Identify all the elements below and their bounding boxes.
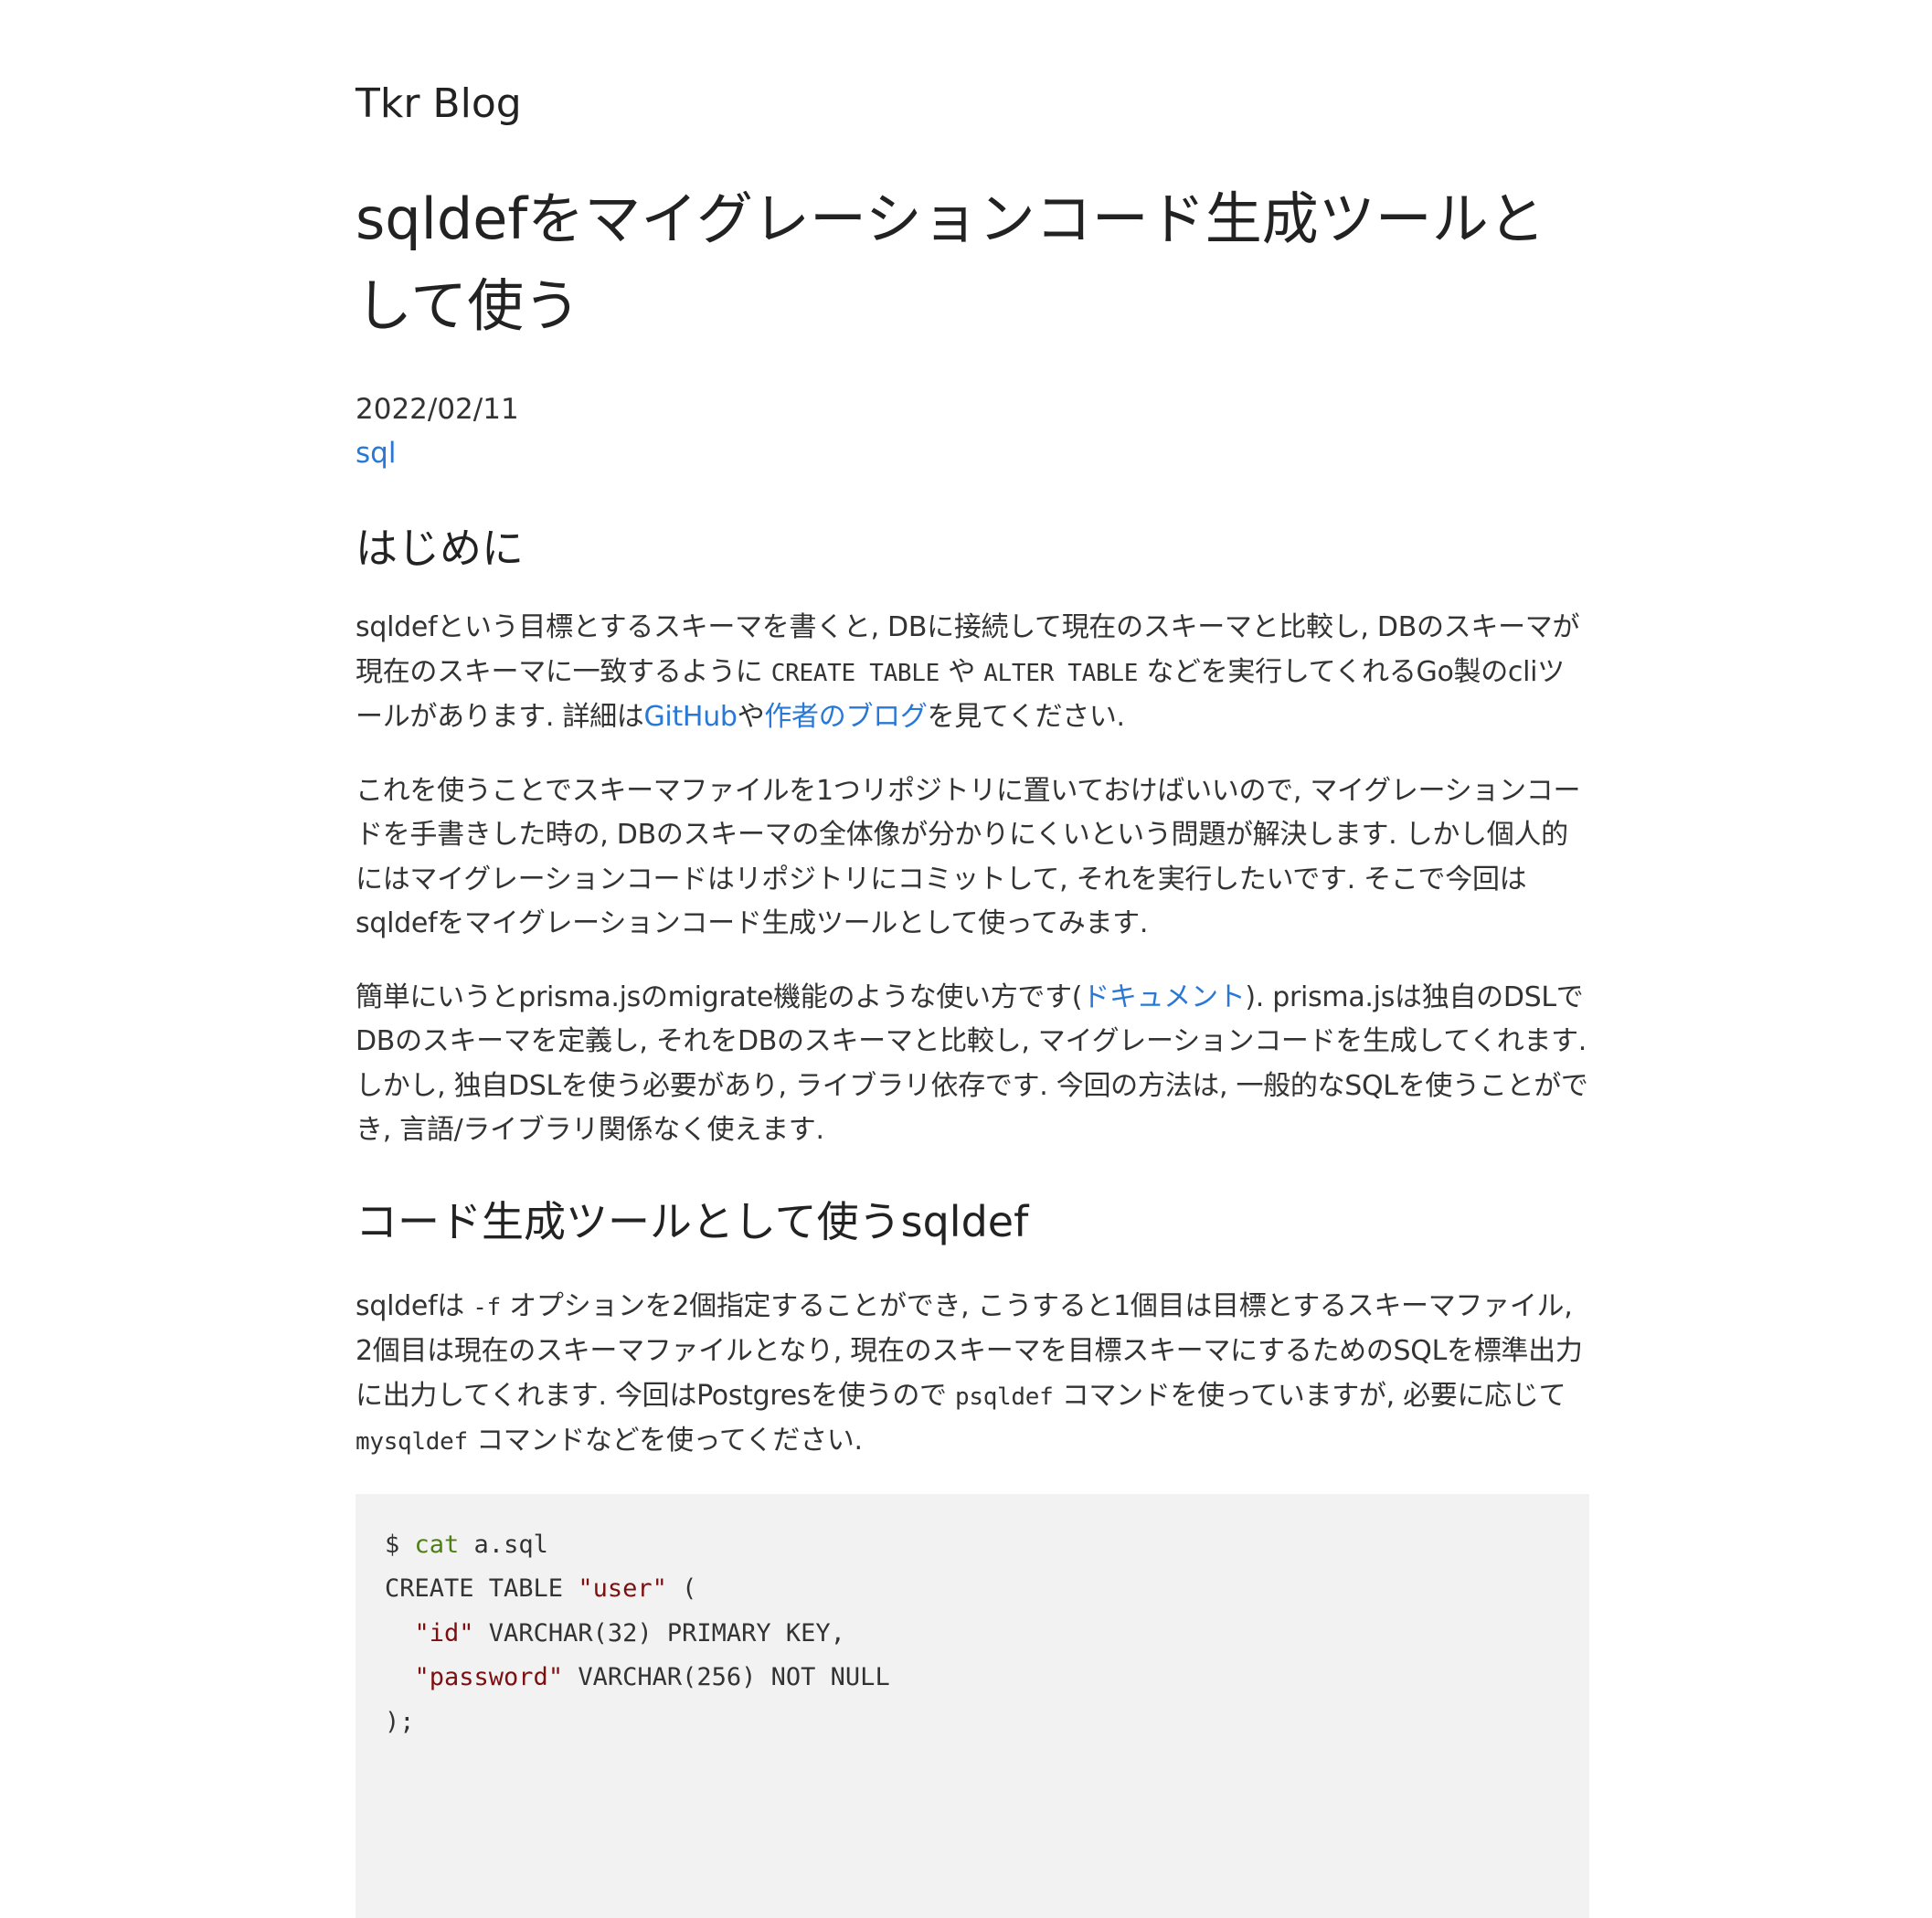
code: CREATE TABLE [385,1574,579,1603]
argument: a.sql [459,1530,548,1559]
command: cat [414,1530,460,1559]
code: ); [385,1707,415,1736]
inline-code: psqldef [954,1383,1054,1411]
text: や [939,655,984,688]
text: コマンドなどを使ってください. [467,1425,863,1457]
paragraph-2: これを使うことでスキーマファイルを1つリポジトリに置いておけばいいので, マイグ… [356,774,1581,940]
string: "user" [578,1574,667,1603]
github-link[interactable]: GitHub [643,701,737,733]
text: sqldefは [356,1289,473,1322]
string: "id" [414,1618,474,1648]
text: や [737,701,765,733]
text: 簡単にいうとprisma.jsのmigrate機能のような使い方です( [356,980,1083,1013]
inline-code: -f [472,1293,501,1321]
code: VARCHAR(256) NOT NULL [563,1663,890,1691]
paragraph-4: sqldefは -f オプションを2個指定することができ, こうすると1個目は目… [356,1285,1589,1465]
tag-link-sql[interactable]: sql [356,437,396,470]
code: VARCHAR(32) PRIMARY KEY, [473,1618,845,1648]
inline-code: ALTER TABLE [983,659,1139,687]
post-date: 2022/02/11 [356,393,519,426]
code-block: $ cat a.sql CREATE TABLE "user" ( "id" V… [356,1493,1589,1918]
author-blog-link[interactable]: 作者のブログ [764,701,928,733]
string: "password" [414,1663,564,1691]
prompt: $ [385,1530,415,1559]
documentation-link[interactable]: ドキュメント [1082,981,1246,1013]
post-body: はじめに sqldefという目標とするスキーマを書くと, DBに接続して現在のス… [356,516,1589,1918]
text: を見てください. [927,701,1126,733]
post-title: sqldefをマイグレーションコード生成ツールとして使う [356,185,1545,339]
inline-code: mysqldef [356,1428,468,1456]
inline-code: CREATE TABLE [770,659,940,687]
text: コマンドを使っていますが, 必要に応じて [1053,1379,1566,1412]
heading-intro: はじめに [356,524,524,573]
paragraph-1: sqldefという目標とするスキーマを書くと, DBに接続して現在のスキーマと比… [356,606,1589,740]
heading-codegen: コード生成ツールとして使うsqldef [356,1196,1029,1246]
blog-title-link[interactable]: Tkr Blog [356,80,522,127]
paragraph-3: 簡単にいうとprisma.jsのmigrate機能のような使い方です(ドキュメン… [356,976,1589,1153]
code: ( [666,1574,697,1603]
